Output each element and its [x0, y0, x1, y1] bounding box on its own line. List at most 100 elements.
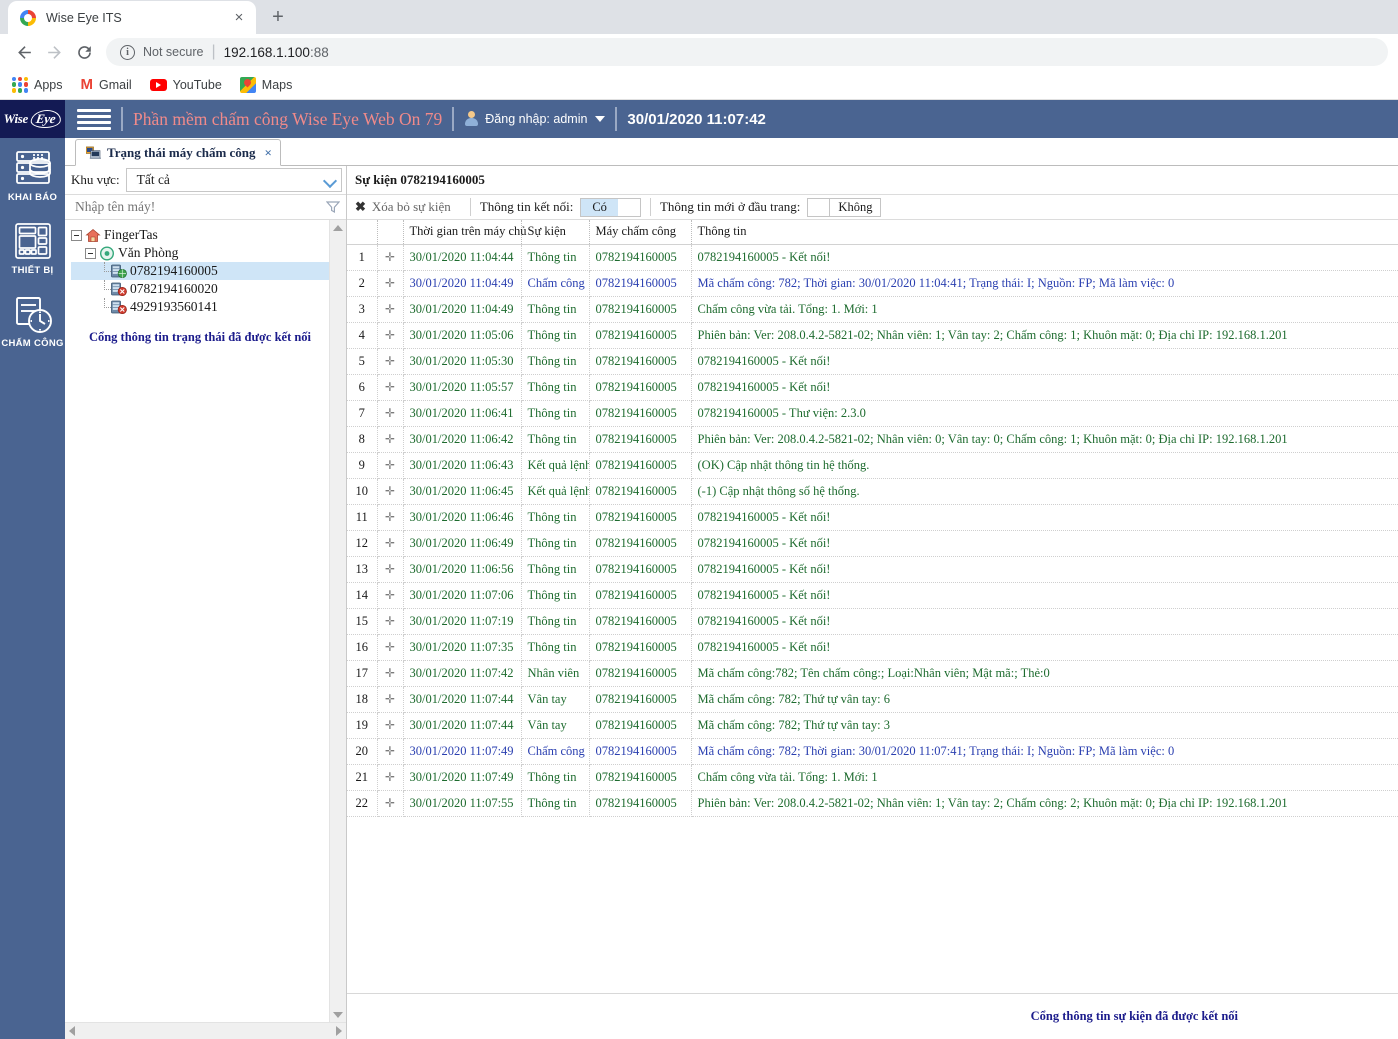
tab-trang-thai-may-cham-cong[interactable]: Trạng thái máy chấm công × — [75, 139, 281, 166]
row-drag-handle[interactable]: ✛ — [377, 739, 403, 765]
sidebar-item-thiet-bi[interactable]: THIẾT BỊ — [0, 219, 65, 276]
conn-info-value[interactable]: Có — [581, 199, 618, 216]
table-row[interactable]: 10✛30/01/2020 11:06:45Kết quả lệnh078219… — [347, 479, 1398, 505]
row-drag-handle[interactable]: ✛ — [377, 479, 403, 505]
table-row[interactable]: 15✛30/01/2020 11:07:19Thông tin078219416… — [347, 609, 1398, 635]
bookmark-apps[interactable]: Apps — [12, 77, 63, 93]
table-row[interactable]: 6✛30/01/2020 11:05:57Thông tin0782194160… — [347, 375, 1398, 401]
bookmark-gmail[interactable]: M Gmail — [81, 77, 132, 92]
tree-expander-icon[interactable] — [85, 248, 96, 259]
table-row[interactable]: 17✛30/01/2020 11:07:42Nhân viên078219416… — [347, 661, 1398, 687]
newest-top-toggle[interactable]: Không — [807, 198, 881, 217]
col-header-time[interactable]: Thời gian trên máy chủ — [403, 220, 521, 245]
clear-events-button[interactable]: ✖ Xóa bỏ sự kiện — [355, 199, 461, 215]
row-drag-handle[interactable]: ✛ — [377, 583, 403, 609]
row-drag-handle[interactable]: ✛ — [377, 661, 403, 687]
toggle-knob[interactable] — [618, 199, 640, 216]
row-index: 7 — [347, 401, 377, 427]
row-drag-handle[interactable]: ✛ — [377, 635, 403, 661]
table-row[interactable]: 4✛30/01/2020 11:05:06Thông tin0782194160… — [347, 323, 1398, 349]
menu-hamburger-icon[interactable] — [77, 109, 111, 130]
table-row[interactable]: 20✛30/01/2020 11:07:49Chấm công078219416… — [347, 739, 1398, 765]
tree-expander-icon[interactable] — [71, 230, 82, 241]
row-drag-handle[interactable]: ✛ — [377, 791, 403, 817]
row-drag-handle[interactable]: ✛ — [377, 375, 403, 401]
chevron-down-icon[interactable] — [323, 173, 337, 187]
row-drag-handle[interactable]: ✛ — [377, 765, 403, 791]
row-drag-handle[interactable]: ✛ — [377, 245, 403, 271]
table-row[interactable]: 22✛30/01/2020 11:07:55Thông tin078219416… — [347, 791, 1398, 817]
user-menu[interactable]: Đăng nhập: admin — [464, 111, 605, 127]
row-drag-handle[interactable]: ✛ — [377, 505, 403, 531]
close-icon[interactable]: × — [265, 145, 272, 161]
row-drag-handle[interactable]: ✛ — [377, 297, 403, 323]
bookmarks-bar: Apps M Gmail YouTube Maps — [0, 70, 1398, 100]
tree-horizontal-scrollbar[interactable] — [65, 1022, 346, 1039]
table-row[interactable]: 21✛30/01/2020 11:07:49Thông tin078219416… — [347, 765, 1398, 791]
row-drag-handle[interactable]: ✛ — [377, 609, 403, 635]
row-drag-handle[interactable]: ✛ — [377, 713, 403, 739]
row-drag-handle[interactable]: ✛ — [377, 427, 403, 453]
tree-node-device-0782194160005[interactable]: 0782194160005 — [71, 262, 329, 280]
new-tab-button[interactable]: + — [264, 3, 292, 31]
sidebar-item-cham-cong[interactable]: CHẤM CÔNG — [0, 292, 65, 349]
row-drag-handle[interactable]: ✛ — [377, 349, 403, 375]
table-row[interactable]: 18✛30/01/2020 11:07:44Vân tay07821941600… — [347, 687, 1398, 713]
sidebar-item-label: KHAI BÁO — [8, 192, 57, 203]
table-row[interactable]: 19✛30/01/2020 11:07:44Vân tay07821941600… — [347, 713, 1398, 739]
app-logo[interactable]: WiseEye — [0, 100, 65, 138]
forward-icon[interactable] — [40, 38, 68, 66]
close-icon[interactable]: × — [230, 9, 248, 27]
row-drag-handle[interactable]: ✛ — [377, 531, 403, 557]
tree-node-device-4929193560141[interactable]: 4929193560141 — [71, 298, 329, 316]
tree-node-van-phong[interactable]: Văn Phòng — [71, 244, 329, 262]
table-row[interactable]: 14✛30/01/2020 11:07:06Thông tin078219416… — [347, 583, 1398, 609]
row-drag-handle[interactable]: ✛ — [377, 687, 403, 713]
row-drag-handle[interactable]: ✛ — [377, 401, 403, 427]
row-drag-handle[interactable]: ✛ — [377, 323, 403, 349]
table-row[interactable]: 13✛30/01/2020 11:06:56Thông tin078219416… — [347, 557, 1398, 583]
row-drag-handle[interactable]: ✛ — [377, 271, 403, 297]
col-header-event[interactable]: Sự kiện — [521, 220, 589, 245]
sidebar-item-khai-bao[interactable]: KHAI BÁO — [0, 146, 65, 203]
tree-vertical-scrollbar[interactable] — [329, 220, 346, 1022]
browser-tab[interactable]: Wise Eye ITS × — [8, 1, 256, 34]
col-header-index[interactable] — [347, 220, 377, 245]
sidebar-item-label: THIẾT BỊ — [12, 265, 54, 276]
bookmark-maps[interactable]: Maps — [240, 77, 293, 93]
row-index: 20 — [347, 739, 377, 765]
chevron-down-icon[interactable] — [595, 116, 605, 122]
scroll-track[interactable] — [75, 1023, 336, 1039]
table-row[interactable]: 11✛30/01/2020 11:06:46Thông tin078219416… — [347, 505, 1398, 531]
table-row[interactable]: 5✛30/01/2020 11:05:30Thông tin0782194160… — [347, 349, 1398, 375]
newest-top-value[interactable]: Không — [830, 199, 880, 216]
row-drag-handle[interactable]: ✛ — [377, 557, 403, 583]
scroll-up-icon[interactable] — [333, 225, 343, 231]
search-input[interactable] — [73, 198, 326, 216]
col-header-info[interactable]: Thông tin — [691, 220, 1398, 245]
funnel-filter-icon[interactable] — [326, 200, 340, 214]
row-drag-handle[interactable]: ✛ — [377, 453, 403, 479]
area-select[interactable]: Tất cả — [126, 168, 342, 192]
table-row[interactable]: 12✛30/01/2020 11:06:49Thông tin078219416… — [347, 531, 1398, 557]
col-header-device[interactable]: Máy chấm công — [589, 220, 691, 245]
scroll-down-icon[interactable] — [333, 1012, 343, 1018]
back-icon[interactable] — [10, 38, 38, 66]
table-row[interactable]: 7✛30/01/2020 11:06:41Thông tin0782194160… — [347, 401, 1398, 427]
tree-node-fingertas[interactable]: FingerTas — [71, 226, 329, 244]
info-icon[interactable]: i — [120, 45, 135, 60]
conn-info-toggle[interactable]: Có — [580, 198, 641, 217]
table-row[interactable]: 8✛30/01/2020 11:06:42Thông tin0782194160… — [347, 427, 1398, 453]
scroll-right-icon[interactable] — [336, 1026, 342, 1036]
table-row[interactable]: 2✛30/01/2020 11:04:49Chấm công0782194160… — [347, 271, 1398, 297]
table-row[interactable]: 9✛30/01/2020 11:06:43Kết quả lệnh0782194… — [347, 453, 1398, 479]
bookmark-youtube[interactable]: YouTube — [150, 78, 222, 92]
address-bar[interactable]: i Not secure | 192.168.1.100:88 — [106, 38, 1388, 66]
toggle-knob[interactable] — [808, 199, 830, 216]
col-header-drag[interactable] — [377, 220, 403, 245]
table-row[interactable]: 1✛30/01/2020 11:04:44Thông tin0782194160… — [347, 245, 1398, 271]
tree-node-device-0782194160020[interactable]: 0782194160020 — [71, 280, 329, 298]
table-row[interactable]: 16✛30/01/2020 11:07:35Thông tin078219416… — [347, 635, 1398, 661]
table-row[interactable]: 3✛30/01/2020 11:04:49Thông tin0782194160… — [347, 297, 1398, 323]
reload-icon[interactable] — [70, 38, 98, 66]
